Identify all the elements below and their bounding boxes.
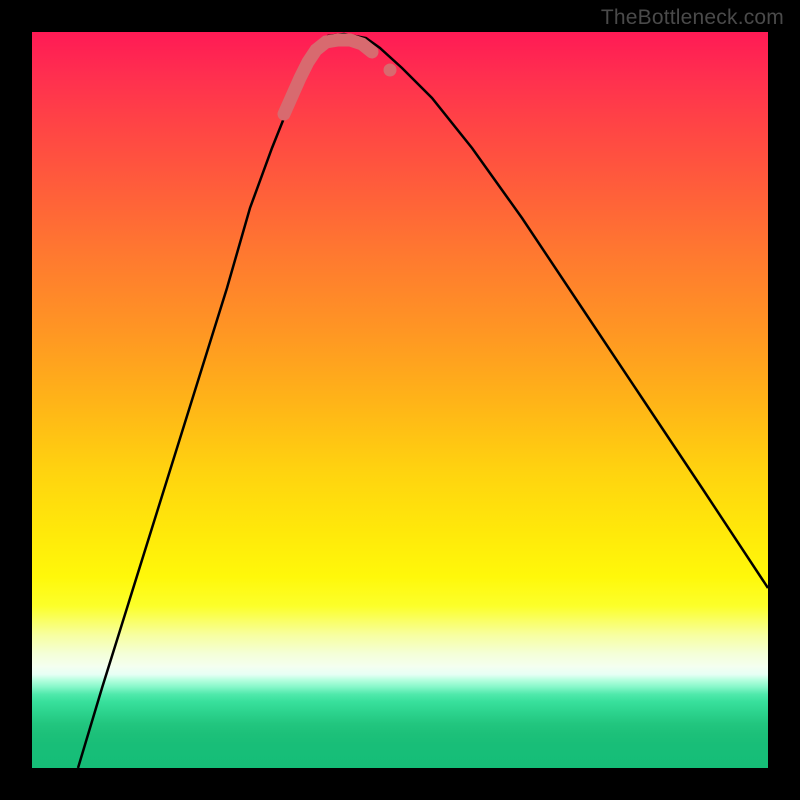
watermark-text: TheBottleneck.com	[601, 6, 784, 30]
marker-segment	[284, 40, 372, 114]
plot-area	[32, 32, 768, 768]
curve-marker-dot	[384, 64, 397, 77]
bottleneck-curve	[78, 34, 768, 768]
curve-markers	[284, 40, 372, 114]
chart-frame: TheBottleneck.com	[0, 0, 800, 800]
curve-layer	[32, 32, 768, 768]
